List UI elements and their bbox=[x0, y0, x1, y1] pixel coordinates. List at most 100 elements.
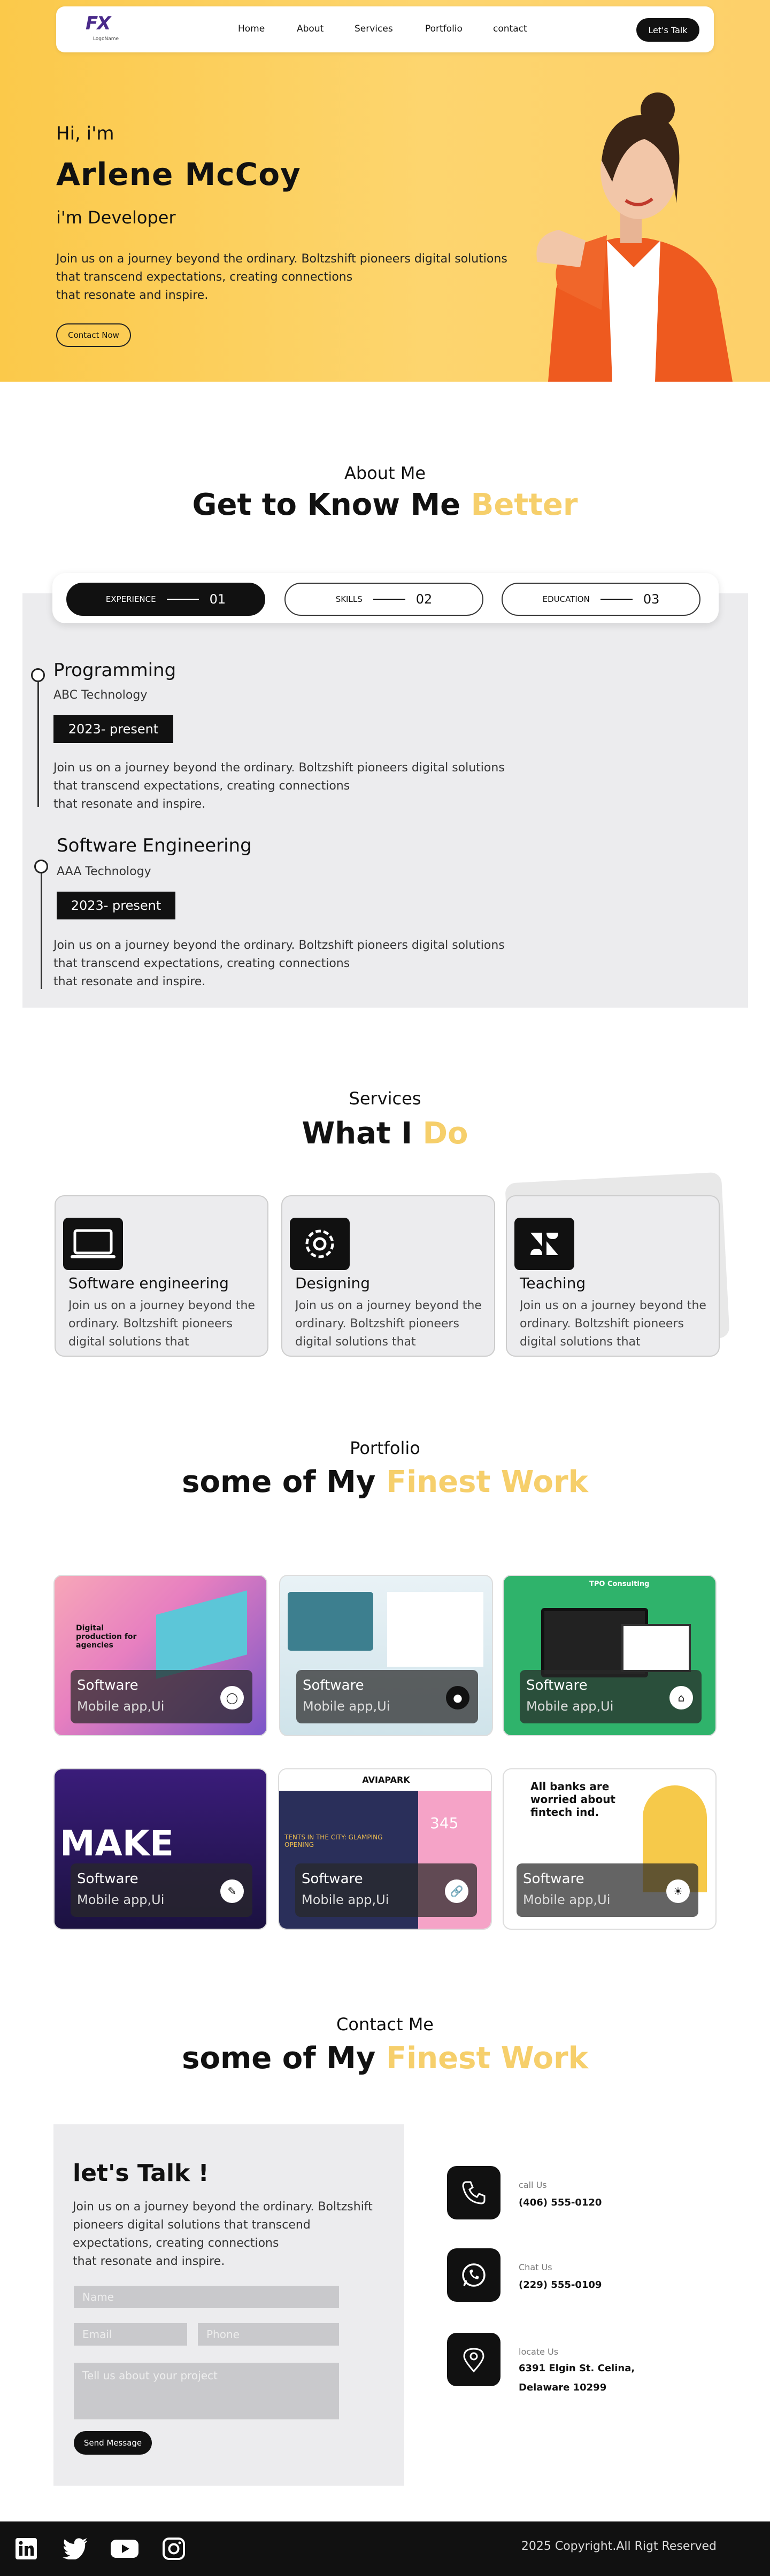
portfolio-overlay: Software Mobile app,Ui ☀ bbox=[517, 1863, 698, 1917]
portfolio-thumb-text: Digital production for agencies bbox=[76, 1624, 137, 1650]
hero-desc-line: Join us on a journey beyond the ordinary… bbox=[56, 252, 507, 266]
portfolio-title: Software bbox=[303, 1677, 364, 1693]
thumb-shape bbox=[156, 1590, 247, 1679]
portfolio-thumb-text: AVIAPARK bbox=[279, 1769, 491, 1791]
hero-greeting: Hi, i'm bbox=[56, 123, 114, 144]
experience-title: Software Engineering bbox=[57, 835, 252, 856]
contact-label: locate Us bbox=[519, 2347, 559, 2357]
instagram-icon[interactable] bbox=[159, 2534, 188, 2563]
portfolio-subtitle: Mobile app,Ui bbox=[77, 1892, 165, 1907]
portfolio-thumb-text: TPO Consulting bbox=[589, 1580, 650, 1588]
contact-description: Join us on a journey beyond the ordinary… bbox=[73, 2198, 394, 2271]
portfolio-title: Software bbox=[77, 1677, 138, 1693]
service-title: Software engineering bbox=[68, 1274, 229, 1292]
gear-icon bbox=[286, 1213, 350, 1270]
contact-subtitle: Contact Me bbox=[336, 2014, 434, 2035]
logo[interactable]: FX LogoName bbox=[80, 13, 128, 46]
portfolio-title-highlight: Finest Work bbox=[386, 1465, 588, 1499]
tab-number: 03 bbox=[643, 592, 660, 607]
experience-org: ABC Technology bbox=[53, 689, 148, 702]
service-title: Designing bbox=[295, 1274, 370, 1292]
tab-education[interactable]: EDUCATION 03 bbox=[502, 583, 700, 616]
tab-divider bbox=[600, 599, 633, 600]
contact-value: (406) 555-0120 bbox=[519, 2197, 602, 2208]
whatsapp-icon[interactable] bbox=[447, 2248, 500, 2302]
portfolio-overlay: Software Mobile app,Ui ⌂ bbox=[520, 1670, 702, 1723]
services-title-main: What I bbox=[302, 1116, 413, 1151]
linkedin-icon[interactable] bbox=[12, 2534, 41, 2563]
send-message-button[interactable]: Send Message bbox=[74, 2431, 152, 2455]
navbar: FX LogoName Home About Services Portfoli… bbox=[56, 6, 714, 52]
portfolio-subtitle: Mobile app,Ui bbox=[302, 1892, 389, 1907]
desc-line: expectations, creating connections bbox=[73, 2237, 279, 2250]
portfolio-card[interactable]: All banks are worried about fintech ind.… bbox=[503, 1768, 717, 1930]
service-card[interactable]: Software engineering Join us on a journe… bbox=[55, 1195, 268, 1357]
portfolio-title: Software bbox=[523, 1871, 584, 1887]
sun-icon[interactable]: ☀ bbox=[666, 1879, 690, 1903]
service-card[interactable]: Designing Join us on a journey beyond th… bbox=[281, 1195, 495, 1357]
hero-desc-line: that resonate and inspire. bbox=[56, 289, 209, 302]
portfolio-title: Software bbox=[526, 1677, 588, 1693]
nav-link-contact[interactable]: contact bbox=[493, 24, 527, 34]
desc-line: that resonate and inspire. bbox=[53, 798, 206, 811]
thumb-shape bbox=[288, 1592, 373, 1651]
phone-icon[interactable] bbox=[447, 2166, 500, 2219]
tab-skills[interactable]: SKILLS 02 bbox=[284, 583, 483, 616]
services-subtitle: Services bbox=[349, 1088, 421, 1109]
lets-talk-button[interactable]: Let's Talk bbox=[636, 18, 699, 42]
desc-line: that transcend expectations, creating co… bbox=[53, 957, 350, 970]
android-icon[interactable]: ● bbox=[446, 1686, 469, 1709]
link-icon[interactable]: 🔗 bbox=[445, 1879, 468, 1903]
tab-label: EDUCATION bbox=[542, 594, 590, 604]
experience-description: Join us on a journey beyond the ordinary… bbox=[53, 759, 535, 814]
hero-name: Arlene McCoy bbox=[56, 156, 301, 192]
portfolio-card[interactable]: Software Mobile app,Ui ● bbox=[279, 1575, 493, 1736]
youtube-icon[interactable] bbox=[110, 2534, 139, 2563]
portfolio-subtitle: Mobile app,Ui bbox=[526, 1699, 614, 1714]
location-pin-icon[interactable] bbox=[447, 2333, 500, 2386]
name-input[interactable] bbox=[74, 2286, 339, 2308]
instagram-icon[interactable]: ◯ bbox=[220, 1686, 244, 1709]
contact-title-main: some of My bbox=[182, 2041, 376, 2076]
contact-label: Chat Us bbox=[519, 2262, 552, 2272]
thumb-shape bbox=[387, 1592, 483, 1667]
service-title: Teaching bbox=[520, 1274, 586, 1292]
phone-input[interactable] bbox=[198, 2323, 339, 2346]
copyright-text: 2025 Copyright.All Rigt Reserved bbox=[521, 2540, 717, 2553]
portfolio-card[interactable]: TPO Consulting Software Mobile app,Ui ⌂ bbox=[503, 1575, 717, 1736]
nav-link-portfolio[interactable]: Portfolio bbox=[425, 24, 463, 34]
portfolio-card[interactable]: Digital production for agencies Software… bbox=[53, 1575, 267, 1736]
nav-link-services[interactable]: Services bbox=[355, 24, 393, 34]
portfolio-card[interactable]: AVIAPARK TENTS IN THE CITY: GLAMPING OPE… bbox=[278, 1768, 492, 1930]
nav-link-about[interactable]: About bbox=[297, 24, 324, 34]
tab-experience[interactable]: EXPERIENCE 01 bbox=[66, 583, 265, 616]
tab-divider bbox=[166, 599, 199, 600]
contact-title: some of My Finest Work bbox=[0, 2041, 770, 2076]
service-card[interactable]: Teaching Join us on a journey beyond the… bbox=[506, 1195, 720, 1357]
footer: 2025 Copyright.All Rigt Reserved bbox=[0, 2521, 770, 2576]
pen-icon[interactable]: ✎ bbox=[220, 1879, 244, 1903]
portfolio-card[interactable]: MAKE Software Mobile app,Ui ✎ bbox=[53, 1768, 267, 1930]
hero-desc-line: that transcend expectations, creating co… bbox=[56, 270, 353, 284]
timeline-line bbox=[41, 866, 42, 989]
portfolio-overlay: Software Mobile app,Ui ◯ bbox=[71, 1670, 252, 1723]
experience-description: Join us on a journey beyond the ordinary… bbox=[53, 937, 535, 991]
twitter-icon[interactable] bbox=[61, 2534, 90, 2563]
portfolio-title-main: some of My bbox=[182, 1465, 376, 1499]
service-description: Join us on a journey beyond the ordinary… bbox=[520, 1299, 706, 1349]
email-input[interactable] bbox=[74, 2323, 187, 2346]
timeline-dot bbox=[31, 668, 45, 682]
contact-now-button[interactable]: Contact Now bbox=[56, 323, 131, 347]
experience-title: Programming bbox=[53, 660, 176, 681]
portfolio-overlay: Software Mobile app,Ui ● bbox=[296, 1670, 478, 1723]
about-title-highlight: Better bbox=[471, 488, 578, 522]
tab-divider bbox=[373, 599, 405, 600]
nav-link-home[interactable]: Home bbox=[238, 24, 265, 34]
project-textarea[interactable] bbox=[74, 2363, 339, 2419]
logo-mark: FX bbox=[86, 13, 111, 34]
home-icon[interactable]: ⌂ bbox=[669, 1686, 693, 1709]
hero-description: Join us on a journey beyond the ordinary… bbox=[56, 250, 537, 305]
experience-date: 2023- present bbox=[53, 715, 173, 743]
about-title: Get to Know Me Better bbox=[0, 488, 770, 522]
experience-date: 2023- present bbox=[57, 892, 175, 919]
